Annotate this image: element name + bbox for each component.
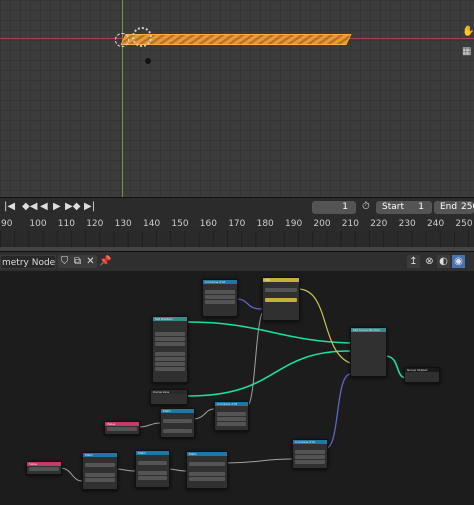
- node-value-1[interactable]: Value: [104, 421, 140, 435]
- duplicate-icon[interactable]: ⧉: [71, 255, 84, 268]
- timeline-track[interactable]: [0, 231, 474, 247]
- ruler-tick-label: 140: [143, 219, 161, 229]
- start-frame-field[interactable]: Start 1: [376, 201, 432, 214]
- pin-icon[interactable]: 📌: [99, 255, 112, 268]
- ruler-tick-label: 250: [455, 219, 473, 229]
- node-group-output[interactable]: Group Output: [404, 367, 440, 383]
- fake-user-shield-icon[interactable]: ⛉: [58, 255, 71, 268]
- node-mix[interactable]: Mix: [262, 277, 300, 321]
- ruler-tick-label: 200: [313, 219, 331, 229]
- end-value: 250: [461, 202, 474, 212]
- ruler-tick-label: 90: [1, 219, 13, 229]
- camera-grid-icon[interactable]: ▦: [462, 46, 472, 58]
- parent-node-tree-icon[interactable]: ↥: [407, 255, 420, 268]
- snap-icon[interactable]: ⊗: [423, 255, 436, 268]
- node-set-curve-normal[interactable]: Set Curve Normal: [350, 327, 387, 377]
- overlay-icon[interactable]: ◐: [437, 255, 450, 268]
- ruler-tick-label: 170: [228, 219, 246, 229]
- start-value: 1: [418, 202, 424, 212]
- node-math-3[interactable]: Math: [135, 450, 170, 488]
- ruler-tick-label: 100: [29, 219, 47, 229]
- ruler-tick-label: 190: [285, 219, 303, 229]
- current-frame-field[interactable]: 1: [312, 201, 356, 214]
- ruler-tick-label: 220: [370, 219, 388, 229]
- node-tree-name-field[interactable]: metry Nodes: [0, 255, 56, 269]
- end-label: End: [440, 202, 458, 212]
- end-frame-field[interactable]: End 250: [434, 201, 474, 214]
- stopwatch-icon[interactable]: ⏱: [362, 201, 370, 212]
- next-keyframe-icon[interactable]: ▶◆: [65, 201, 80, 212]
- ruler-tick-label: 110: [57, 219, 75, 229]
- 3d-cursor-icon: [132, 27, 152, 47]
- ruler-tick-label: 120: [86, 219, 104, 229]
- active-toggle-icon[interactable]: ◉: [452, 255, 465, 268]
- hand-pan-icon[interactable]: ✋: [462, 26, 474, 38]
- ruler-tick-label: 130: [114, 219, 132, 229]
- node-combine-xyz-3[interactable]: Combine XYZ: [292, 439, 328, 469]
- jump-start-icon[interactable]: |◀: [4, 201, 15, 212]
- node-math-2[interactable]: Math: [82, 452, 118, 490]
- ruler-tick-label: 240: [427, 219, 445, 229]
- prev-keyframe-icon[interactable]: ◆◀: [22, 201, 37, 212]
- object-origin: [115, 33, 129, 47]
- play-icon[interactable]: ▶: [53, 201, 61, 212]
- 3d-viewport[interactable]: ✋ ▦: [0, 0, 474, 197]
- node-set-position[interactable]: Set Position: [152, 316, 188, 383]
- play-reverse-icon[interactable]: ◀: [40, 201, 48, 212]
- node-combine-xyz-2[interactable]: Combine XYZ: [214, 401, 249, 431]
- light-object-icon[interactable]: [145, 58, 151, 64]
- ruler-tick-label: 150: [171, 219, 189, 229]
- node-combine-xyz-1[interactable]: Combine XYZ: [202, 279, 238, 317]
- ruler-tick-label: 230: [398, 219, 416, 229]
- start-label: Start: [382, 202, 404, 212]
- ruler-tick-label: 160: [199, 219, 217, 229]
- node-value-2[interactable]: Value: [26, 461, 62, 475]
- ruler-tick-label: 210: [341, 219, 359, 229]
- node-curve-line[interactable]: Curve Line: [150, 389, 188, 405]
- node-math-1[interactable]: Math: [160, 408, 195, 438]
- jump-end-icon[interactable]: ▶|: [84, 201, 95, 212]
- selected-mesh-object[interactable]: [120, 34, 352, 45]
- close-icon[interactable]: ✕: [84, 255, 97, 268]
- y-axis-line: [122, 0, 123, 197]
- node-math-4[interactable]: Math: [186, 451, 228, 489]
- ruler-tick-label: 180: [256, 219, 274, 229]
- node-canvas[interactable]: Set Position Curve Line Combine XYZ Mix …: [0, 271, 474, 505]
